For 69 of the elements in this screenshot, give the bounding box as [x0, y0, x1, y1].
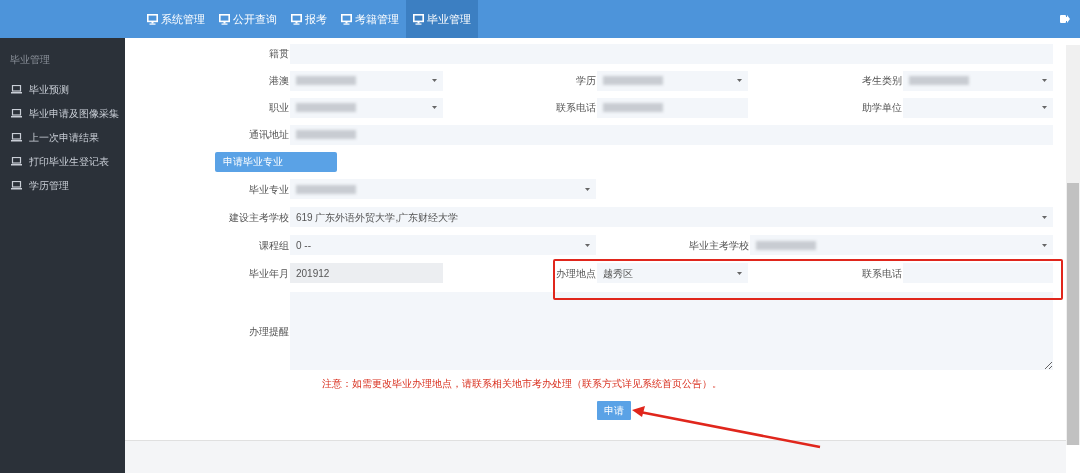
logout-icon[interactable]: [1060, 14, 1070, 24]
field-label: 办理地点: [556, 266, 596, 281]
field-label: 毕业年月: [249, 266, 289, 281]
caret-icon: [737, 271, 742, 275]
caret-icon: [1042, 215, 1047, 219]
notice-text: 注意：如需更改毕业办理地点，请联系相关地市考办处理（联系方式详见系统首页公告）。: [322, 377, 722, 391]
field-label: 港澳: [269, 74, 289, 88]
monitor-icon: [341, 13, 352, 25]
field-label: 课程组: [259, 238, 289, 253]
scrollbar[interactable]: [1066, 45, 1080, 445]
field-label: 毕业专业: [249, 182, 289, 197]
blurred-value: [603, 76, 663, 85]
monitor-icon: [147, 13, 158, 25]
caret-icon: [585, 243, 590, 247]
sidebar-item[interactable]: 学历管理: [0, 173, 125, 197]
sidebar-item[interactable]: 毕业申请及图像采集: [0, 101, 125, 125]
field-label: 联系电话: [556, 101, 596, 115]
select-field[interactable]: 越秀区: [597, 263, 748, 283]
input-field[interactable]: [290, 124, 1053, 145]
laptop-icon: [11, 132, 22, 142]
blurred-value: [909, 76, 969, 85]
field-label: 职业: [269, 101, 289, 115]
textarea-field[interactable]: [290, 292, 1053, 370]
blurred-value: [603, 103, 663, 112]
select-field[interactable]: [290, 70, 443, 91]
field-label: 联系电话: [862, 266, 902, 281]
caret-icon: [432, 106, 437, 109]
blurred-value: [756, 240, 816, 250]
nav-tab[interactable]: 毕业管理: [406, 0, 478, 38]
caret-icon: [585, 187, 590, 191]
monitor-icon: [291, 13, 302, 25]
caret-icon: [432, 79, 437, 82]
sidebar-item[interactable]: 打印毕业生登记表: [0, 149, 125, 173]
readonly-field[interactable]: 201912: [290, 263, 443, 283]
monitor-icon: [413, 13, 424, 25]
select-field[interactable]: [750, 235, 1053, 255]
select-field[interactable]: [903, 70, 1053, 91]
select-field[interactable]: 619 广东外语外贸大学,广东财经大学: [290, 207, 1053, 227]
field-label: 考生类别: [862, 74, 902, 88]
monitor-icon: [219, 13, 230, 25]
select-field[interactable]: [903, 97, 1053, 118]
field-label: 助学单位: [862, 101, 902, 115]
input-field[interactable]: [597, 97, 748, 118]
blurred-value: [296, 103, 356, 112]
select-field[interactable]: [597, 70, 748, 91]
laptop-icon: [11, 108, 22, 118]
sidebar-title: 毕业管理: [9, 53, 50, 67]
field-label: 学历: [576, 74, 596, 88]
laptop-icon: [11, 180, 22, 190]
blurred-value: [296, 130, 356, 139]
sidebar-item[interactable]: 上一次申请结果: [0, 125, 125, 149]
caret-icon: [737, 79, 742, 82]
field-label: 通讯地址: [249, 128, 289, 142]
sidebar-item[interactable]: 毕业预测: [0, 77, 125, 101]
caret-icon: [1042, 243, 1047, 247]
scrollbar-thumb[interactable]: [1067, 183, 1079, 445]
laptop-icon: [11, 84, 22, 94]
blurred-value: [296, 76, 356, 85]
caret-icon: [1042, 106, 1047, 109]
laptop-icon: [11, 156, 22, 166]
select-field[interactable]: [290, 179, 596, 199]
field-label: 建设主考学校: [229, 210, 289, 225]
field-label: 毕业主考学校: [689, 238, 749, 253]
field-label: 籍贯: [269, 47, 289, 61]
caret-icon: [1042, 79, 1047, 82]
select-field[interactable]: [290, 97, 443, 118]
field-label: 办理提醒: [249, 324, 289, 339]
select-field[interactable]: 0 --: [290, 235, 596, 255]
blurred-value: [296, 184, 356, 194]
